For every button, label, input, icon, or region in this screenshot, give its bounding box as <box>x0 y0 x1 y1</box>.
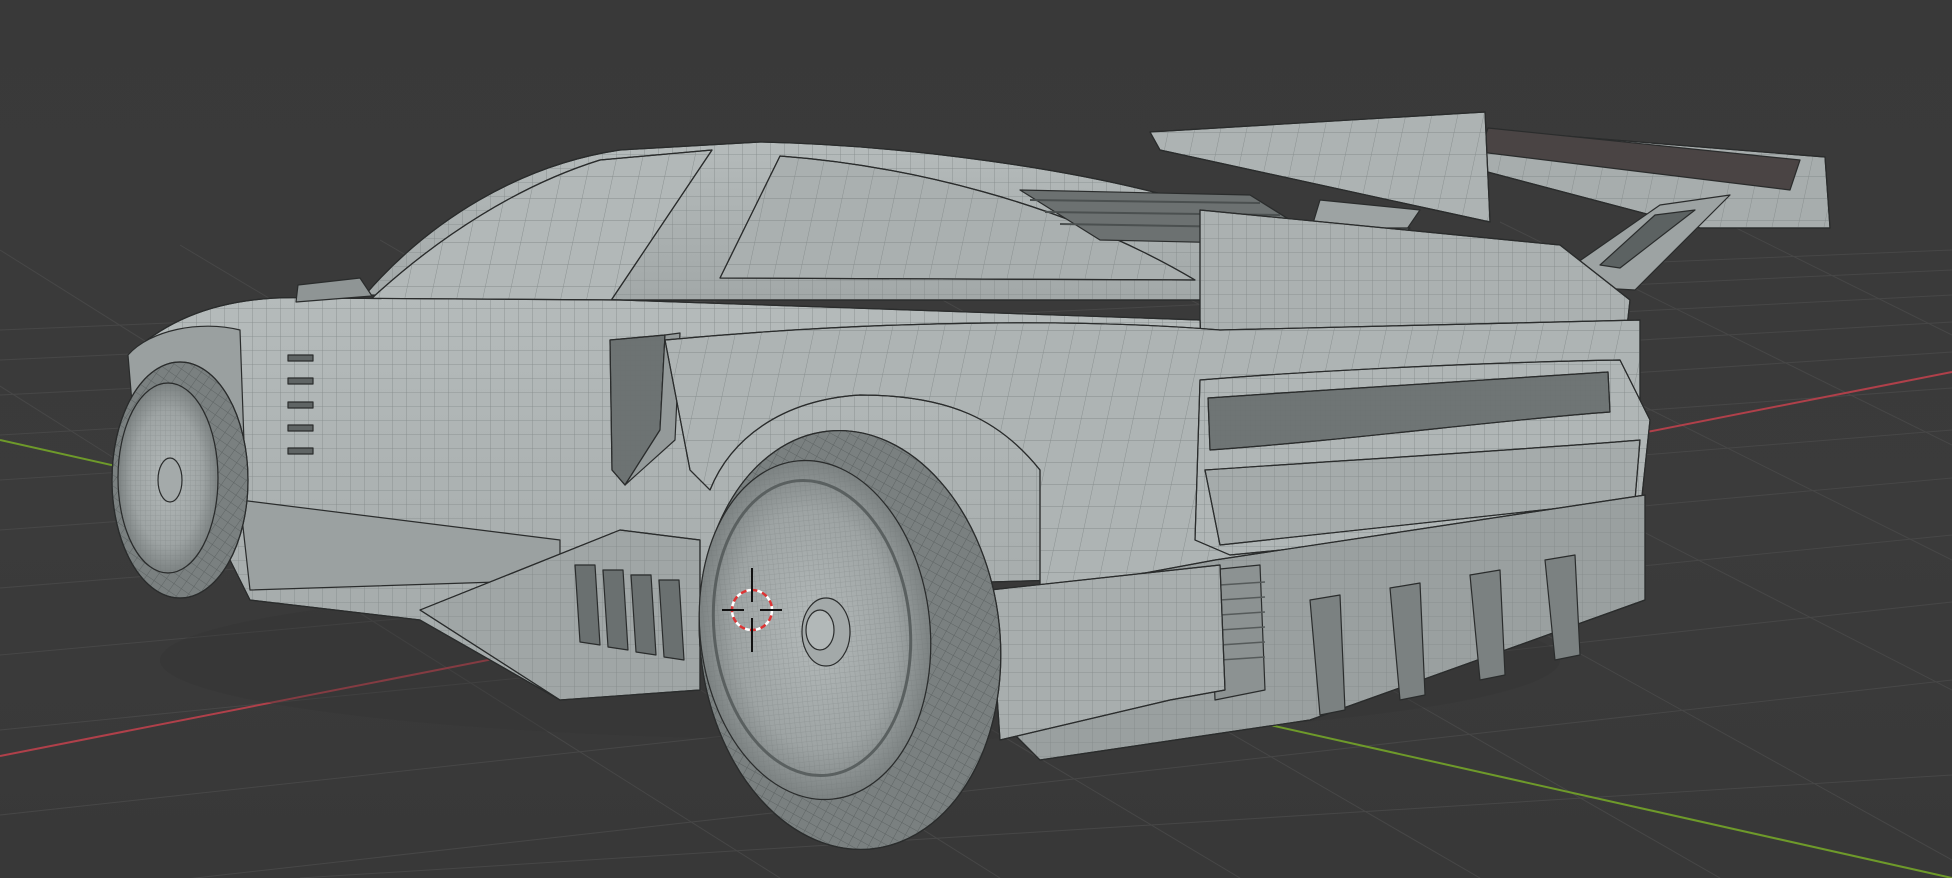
viewport-canvas[interactable] <box>0 0 1952 878</box>
car-mesh[interactable] <box>111 111 1831 865</box>
front-wheel[interactable] <box>111 361 249 599</box>
3d-viewport[interactable] <box>0 0 1952 878</box>
